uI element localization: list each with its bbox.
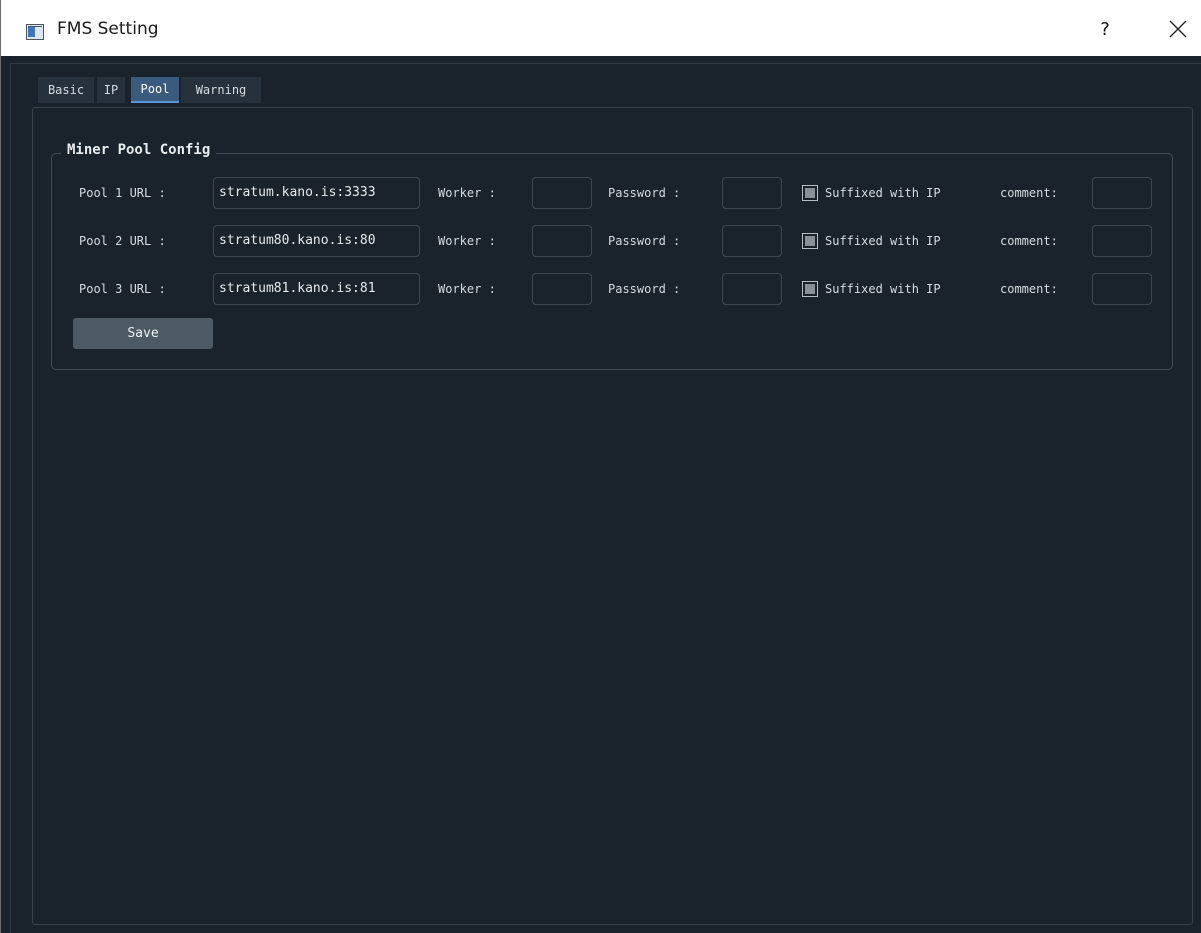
close-icon[interactable] <box>1167 18 1189 40</box>
pool-3-password-input[interactable] <box>722 273 782 305</box>
pool-3-worker-input[interactable] <box>532 273 592 305</box>
pool-2-suffixed-checkbox[interactable] <box>802 233 818 249</box>
tab-pool[interactable]: Pool <box>131 77 179 103</box>
pool-3-suffixed-label: Suffixed with IP <box>825 282 941 296</box>
pool-2-comment-input[interactable] <box>1092 225 1152 257</box>
pool-3-url-input[interactable]: stratum81.kano.is:81 <box>213 273 420 305</box>
pool-2-worker-input[interactable] <box>532 225 592 257</box>
pool-3-password-label: Password : <box>608 282 681 296</box>
pool-1-comment-label: comment: <box>1000 186 1058 200</box>
pool-3-comment-input[interactable] <box>1092 273 1152 305</box>
fms-setting-window: FMS Setting ? Basic IP Pool Warning Mine… <box>0 0 1201 933</box>
pool-2-url-input[interactable]: stratum80.kano.is:80 <box>213 225 420 257</box>
pool-1-comment-input[interactable] <box>1092 177 1152 209</box>
pool-1-suffixed-label: Suffixed with IP <box>825 186 941 200</box>
pool-3-worker-label: Worker : <box>438 282 496 296</box>
pool-2-password-input[interactable] <box>722 225 782 257</box>
pool-3-suffixed-checkbox[interactable] <box>802 281 818 297</box>
tab-ip[interactable]: IP <box>97 77 125 103</box>
tab-basic[interactable]: Basic <box>38 77 94 103</box>
window-title: FMS Setting <box>57 19 159 39</box>
tab-warning[interactable]: Warning <box>181 77 261 103</box>
pool-1-password-input[interactable] <box>722 177 782 209</box>
pool-3-url-label: Pool 3 URL : <box>79 282 166 296</box>
app-window-icon <box>26 24 44 40</box>
pool-3-comment-label: comment: <box>1000 282 1058 296</box>
pool-1-url-input[interactable]: stratum.kano.is:3333 <box>213 177 420 209</box>
group-title: Miner Pool Config <box>61 142 217 158</box>
pool-2-suffixed-label: Suffixed with IP <box>825 234 941 248</box>
pool-2-url-label: Pool 2 URL : <box>79 234 166 248</box>
pool-2-worker-label: Worker : <box>438 234 496 248</box>
pool-2-comment-label: comment: <box>1000 234 1058 248</box>
title-bar: FMS Setting ? <box>1 0 1201 56</box>
pool-1-worker-label: Worker : <box>438 186 496 200</box>
pool-2-password-label: Password : <box>608 234 681 248</box>
pool-1-worker-input[interactable] <box>532 177 592 209</box>
pool-1-suffixed-checkbox[interactable] <box>802 185 818 201</box>
pool-1-password-label: Password : <box>608 186 681 200</box>
pool-1-url-label: Pool 1 URL : <box>79 186 166 200</box>
help-button[interactable]: ? <box>1095 16 1115 44</box>
save-button[interactable]: Save <box>73 318 213 349</box>
